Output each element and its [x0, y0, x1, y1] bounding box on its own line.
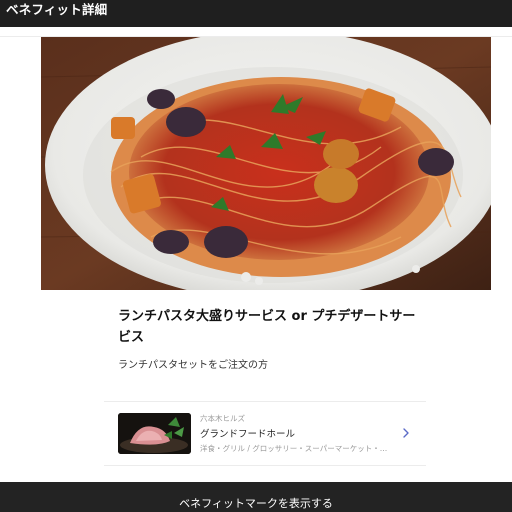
- hero-image: [41, 37, 491, 290]
- shop-thumbnail: [118, 413, 191, 454]
- show-benefit-mark-button[interactable]: ベネフィットマークを表示する: [0, 482, 512, 512]
- meat-dish-photo: [118, 413, 191, 454]
- benefit-title: ランチパスタ大盛りサービス or プチデザートサービス: [118, 309, 416, 345]
- pasta-photo: [41, 37, 491, 290]
- section-divider: [104, 465, 426, 466]
- page-title: ベネフィット詳細: [6, 2, 108, 17]
- benefit-condition: ランチパスタセットをご注文の方: [118, 360, 268, 371]
- shop-name: グランドフードホール: [200, 429, 296, 440]
- shop-area: 六本木ヒルズ: [200, 414, 245, 423]
- show-benefit-mark-label: ベネフィットマークを表示する: [179, 497, 333, 510]
- shop-link-card[interactable]: 六本木ヒルズ グランドフードホール 洋食・グリル / グロッサリー・スーパーマー…: [104, 402, 426, 465]
- shop-categories: 洋食・グリル / グロッサリー・スーパーマーケット・…: [200, 444, 388, 453]
- top-app-bar: ベネフィット詳細: [0, 0, 512, 27]
- chevron-right-icon: [403, 428, 409, 438]
